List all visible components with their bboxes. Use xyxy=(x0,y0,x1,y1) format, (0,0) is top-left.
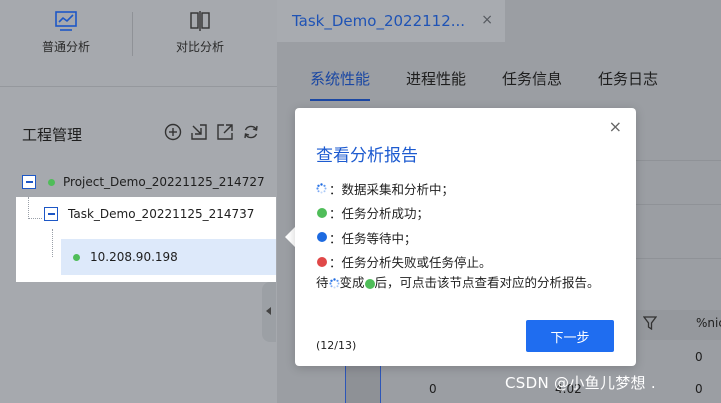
tab-task-label: Task_Demo_2022112... xyxy=(292,12,466,30)
status-success-dot xyxy=(48,178,55,186)
sidebar-divider xyxy=(0,86,277,87)
tree-item-task[interactable]: Task_Demo_20221125_214737 xyxy=(44,207,254,221)
popover-arrow xyxy=(285,227,295,247)
chevron-left-icon xyxy=(266,307,271,315)
loading-spinner-icon xyxy=(328,278,340,289)
tab-system-performance[interactable]: 系统性能 xyxy=(310,68,371,101)
tree-item-project[interactable]: Project_Demo_20221125_214727 xyxy=(22,171,265,193)
legend-text: ：任务分析失败或任务停止。 xyxy=(329,255,492,271)
legend-text: ：数据采集和分析中； xyxy=(329,181,455,197)
project-management-title: 工程管理 xyxy=(22,126,83,144)
next-step-button[interactable]: 下一步 xyxy=(526,320,614,352)
sidebar-collapse-handle[interactable] xyxy=(262,282,276,342)
tree-connector xyxy=(52,229,53,257)
tab-task-demo[interactable]: Task_Demo_2022112... × xyxy=(277,0,505,42)
legend-text: ：任务分析成功； xyxy=(329,206,430,222)
project-name: Project_Demo_20221125_214727 xyxy=(63,175,265,189)
tab-task-info[interactable]: 任务信息 xyxy=(502,68,562,101)
tree-highlight: Task_Demo_20221125_214737 10.208.90.198 xyxy=(16,197,276,282)
task-name: Task_Demo_20221125_214737 xyxy=(68,207,255,221)
status-success-dot xyxy=(73,253,80,261)
project-toolbar xyxy=(164,123,260,141)
table-cell: 0 xyxy=(429,382,437,396)
mode-compare-label: 对比分析 xyxy=(175,40,224,54)
note-text: 变成 xyxy=(339,275,365,290)
note-text: 后，可点击该节点查看对应的分析报告。 xyxy=(374,275,600,290)
filter-icon[interactable] xyxy=(643,316,657,330)
table-cell: 0 xyxy=(695,382,703,396)
popover-title: 查看分析报告 xyxy=(316,146,418,166)
guide-popover: × 查看分析报告 ：数据采集和分析中； ：任务分析成功； ：任务等待中； ：任务… xyxy=(295,108,636,366)
chart-monitor-icon xyxy=(55,11,77,31)
mode-compare-analysis[interactable]: 对比分析 xyxy=(150,10,250,55)
tree-connector xyxy=(28,197,29,219)
close-icon[interactable]: × xyxy=(609,117,622,136)
tree-connector xyxy=(28,218,42,219)
green-dot-icon xyxy=(316,207,327,218)
mode-divider xyxy=(132,12,133,56)
loading-spinner-icon xyxy=(316,183,327,194)
step-counter: (12/13) xyxy=(316,339,357,352)
close-icon[interactable]: × xyxy=(481,12,493,28)
popover-note: 待 变成 后，可点击该节点查看对应的分析报告。 xyxy=(316,271,616,295)
mode-normal-label: 普通分析 xyxy=(41,40,90,54)
tab-task-log[interactable]: 任务日志 xyxy=(598,68,658,101)
column-header-nic: %nic xyxy=(696,316,721,330)
mode-normal-analysis[interactable]: 普通分析 xyxy=(16,10,116,55)
export-icon[interactable] xyxy=(216,123,234,141)
tab-process-performance[interactable]: 进程性能 xyxy=(406,68,466,101)
refresh-icon[interactable] xyxy=(242,123,260,141)
tree-item-node[interactable]: 10.208.90.198 xyxy=(61,239,276,275)
sub-tabs: 系统性能 进程性能 任务信息 任务日志 xyxy=(310,68,658,101)
add-icon[interactable] xyxy=(164,123,182,141)
collapse-toggle-icon[interactable] xyxy=(44,207,58,221)
red-dot-icon xyxy=(316,256,327,267)
blue-dot-icon xyxy=(316,232,327,243)
import-icon[interactable] xyxy=(190,123,208,141)
node-ip: 10.208.90.198 xyxy=(90,250,178,264)
analysis-mode-tabs: 普通分析 对比分析 xyxy=(0,0,277,86)
watermark: CSDN @小鱼儿梦想 . xyxy=(505,374,656,392)
green-dot-icon xyxy=(364,278,375,289)
table-cell: 0 xyxy=(695,350,703,364)
note-text: 待 xyxy=(316,275,329,290)
legend-item-analyzing: ：数据采集和分析中； xyxy=(316,176,492,201)
status-legend: ：数据采集和分析中； ：任务分析成功； ：任务等待中； ：任务分析失败或任务停止… xyxy=(316,176,492,274)
compare-icon xyxy=(190,11,210,31)
legend-item-success: ：任务分析成功； xyxy=(316,201,492,226)
legend-item-waiting: ：任务等待中； xyxy=(316,225,492,250)
collapse-toggle-icon[interactable] xyxy=(22,175,36,189)
legend-text: ：任务等待中； xyxy=(329,230,417,246)
